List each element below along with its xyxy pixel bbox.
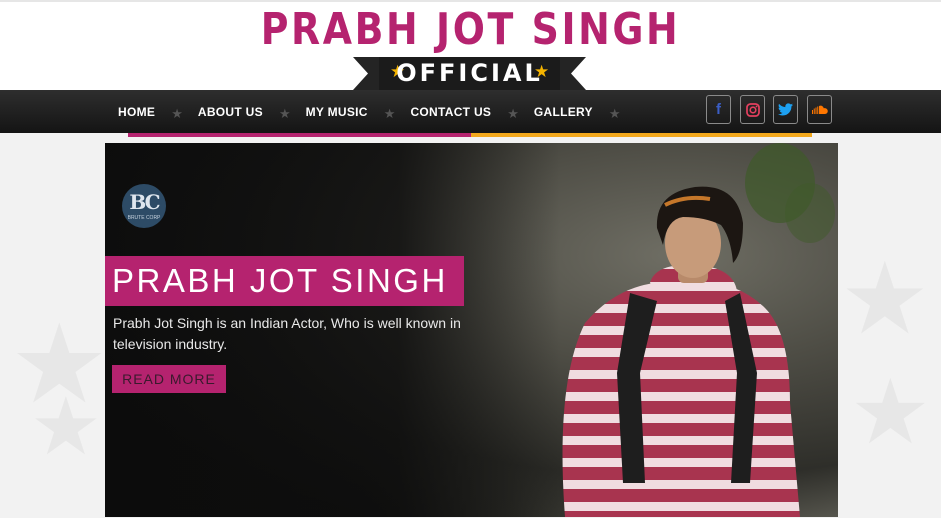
official-ribbon: ★ OFFICIAL ★: [353, 57, 586, 90]
instagram-button[interactable]: [740, 95, 765, 124]
hero-banner: BC BRUTE CORP PRABH JOT SINGH Prabh Jot …: [105, 143, 838, 517]
separator-star-icon: ★: [278, 105, 291, 121]
soundcloud-icon: [811, 105, 828, 114]
nav-item-home[interactable]: HOME ★: [118, 104, 198, 121]
background-star-icon: ★: [840, 243, 930, 355]
facebook-icon: f: [716, 101, 721, 118]
nav-underline-gold: [471, 133, 812, 137]
twitter-button[interactable]: [773, 95, 798, 124]
nav-item-music[interactable]: MY MUSIC ★: [306, 104, 411, 121]
watermark-letters: BC: [129, 190, 160, 214]
twitter-icon: [778, 103, 793, 116]
watermark-logo: BC BRUTE CORP: [122, 184, 166, 228]
watermark-subtitle: BRUTE CORP: [127, 215, 161, 221]
instagram-icon: [745, 102, 760, 117]
nav-link-contact[interactable]: CONTACT US: [410, 105, 491, 119]
nav-link-about[interactable]: ABOUT US: [198, 105, 263, 119]
nav-item-contact[interactable]: CONTACT US ★: [410, 104, 533, 121]
background-star-icon: ★: [850, 363, 931, 463]
hero-title: PRABH JOT SINGH: [112, 262, 448, 299]
hero-title-box: PRABH JOT SINGH: [105, 256, 464, 306]
separator-star-icon: ★: [171, 105, 183, 121]
read-more-button[interactable]: READ MORE: [112, 365, 226, 393]
ribbon-star-icon: ★: [534, 62, 550, 81]
separator-star-icon: ★: [383, 105, 396, 121]
nav-menu: HOME ★ ABOUT US ★ MY MUSIC ★ CONTACT US …: [118, 90, 636, 133]
site-header: PRABH JOT SINGH ★ OFFICIAL ★: [0, 0, 941, 90]
soundcloud-button[interactable]: [807, 95, 832, 124]
nav-link-music[interactable]: MY MUSIC: [306, 105, 368, 119]
nav-item-about[interactable]: ABOUT US ★: [198, 104, 306, 121]
hero-description: Prabh Jot Singh is an Indian Actor, Who …: [113, 315, 461, 352]
main-navigation: HOME ★ ABOUT US ★ MY MUSIC ★ CONTACT US …: [0, 90, 941, 133]
site-logo-title[interactable]: PRABH JOT SINGH: [66, 4, 875, 55]
nav-link-home[interactable]: HOME: [118, 105, 155, 119]
nav-underline-pink: [128, 133, 471, 137]
nav-item-gallery[interactable]: GALLERY ★: [534, 104, 636, 121]
separator-star-icon: ★: [608, 105, 621, 121]
background-star-icon: ★: [30, 382, 102, 471]
separator-star-icon: ★: [507, 105, 519, 121]
nav-link-gallery[interactable]: GALLERY: [534, 105, 593, 119]
ribbon-label: OFFICIAL: [396, 59, 543, 87]
facebook-button[interactable]: f: [706, 95, 731, 124]
